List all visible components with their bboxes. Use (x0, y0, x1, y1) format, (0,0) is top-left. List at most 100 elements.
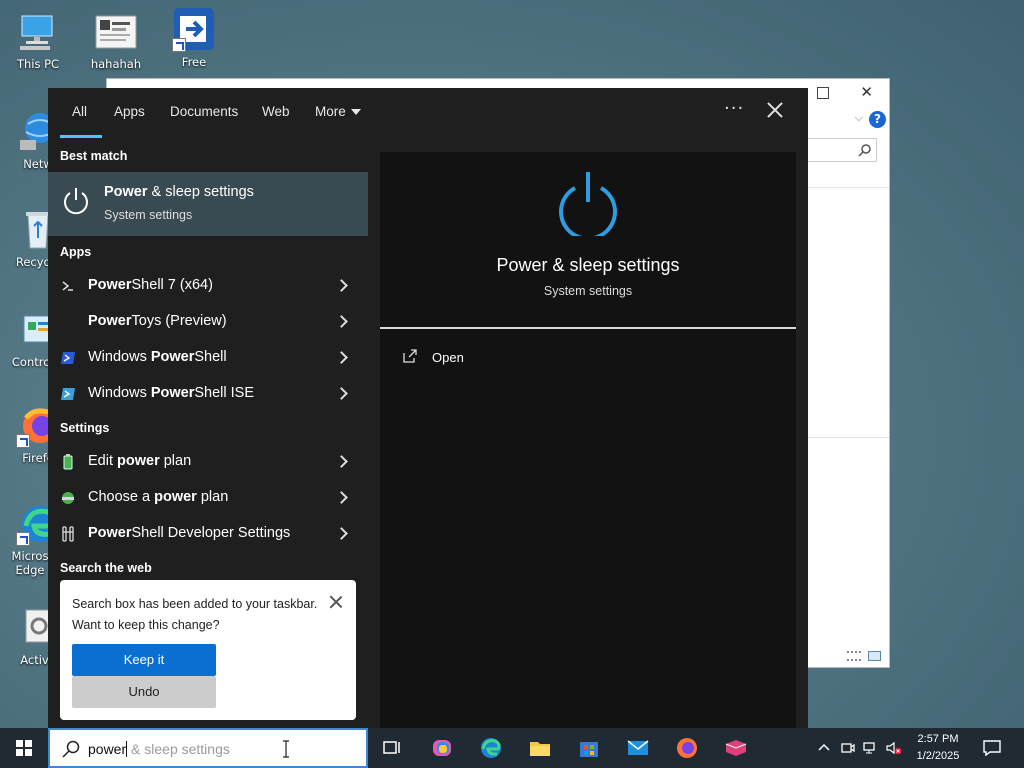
powershell-icon (61, 352, 75, 364)
chevron-up-icon[interactable] (816, 740, 832, 756)
search-tabs: All Apps Documents Web More ··· (48, 88, 808, 140)
section-search-web: Search the web (60, 561, 152, 575)
list-item-label: Choose a power plan (88, 489, 229, 505)
tab-more-label: More (315, 104, 346, 119)
close-icon[interactable]: ✕ (860, 83, 873, 101)
firefox-icon[interactable] (675, 736, 699, 760)
search-icon (858, 144, 871, 157)
desktop-icon-label: Free (181, 55, 207, 69)
list-item-choose-power-plan[interactable]: Choose a power plan (48, 480, 368, 516)
section-apps: Apps (60, 245, 92, 259)
list-item-powershell-developer-settings[interactable]: PowerShell Developer Settings (48, 516, 368, 552)
document-thumbnail-icon (94, 10, 138, 54)
close-icon[interactable] (764, 100, 786, 122)
list-item-label: Windows PowerShell ISE (88, 385, 255, 401)
close-icon[interactable] (328, 594, 344, 610)
tab-documents[interactable]: Documents (170, 104, 238, 119)
toast-message: Search box has been added to your taskba… (72, 597, 318, 632)
undo-button[interactable]: Undo (72, 676, 216, 708)
detail-pane: Power & sleep settings System settings O… (380, 152, 796, 728)
app-icon[interactable] (724, 736, 748, 760)
list-item-label: PowerToys (Preview) (88, 313, 227, 329)
mail-icon[interactable] (626, 736, 650, 760)
chevron-right-icon[interactable] (335, 351, 348, 364)
help-icon[interactable]: ? (869, 111, 886, 128)
desktop-icon-this-pc[interactable]: This PC (0, 10, 76, 71)
start-button[interactable] (0, 728, 48, 768)
chevron-right-icon[interactable] (335, 279, 348, 292)
taskbar-search-toast: Search box has been added to your taskba… (60, 580, 356, 720)
system-clock[interactable]: 2:57 PM 1/2/2025 (908, 731, 968, 765)
open-action[interactable]: Open (402, 348, 602, 370)
section-settings: Settings (60, 421, 110, 435)
task-view-icon[interactable] (380, 736, 404, 760)
powershell-ise-icon (61, 388, 75, 400)
power-plan-icon (62, 492, 74, 504)
open-action-label: Open (432, 350, 464, 365)
shortcut-arrow-icon (16, 532, 30, 546)
list-item-windows-powershell-ise[interactable]: Windows PowerShell ISE (48, 376, 368, 412)
network-icon[interactable] (863, 740, 879, 756)
clock-date: 1/2/2025 (916, 750, 960, 762)
battery-plug-icon (63, 454, 73, 470)
chevron-down-icon (350, 109, 361, 116)
list-item-edit-power-plan[interactable]: Edit power plan (48, 444, 368, 480)
chevron-right-icon[interactable] (335, 491, 348, 504)
chevron-right-icon[interactable] (335, 387, 348, 400)
keep-it-button[interactable]: Keep it (72, 644, 216, 676)
divider (805, 437, 889, 438)
list-item-label: PowerShell Developer Settings (88, 525, 291, 541)
best-match-title: Power & sleep settings (104, 184, 254, 200)
taskbar: power & sleep settings 2:57 PM 1/2/2025 (0, 728, 1024, 768)
tab-apps[interactable]: Apps (114, 104, 145, 119)
list-item-powershell-7[interactable]: PowerShell 7 (x64) (48, 268, 368, 304)
free-app-icon (172, 8, 216, 52)
list-item-label: Windows PowerShell (88, 349, 227, 365)
desktop-icon-label: This PC (16, 57, 60, 71)
search-query: power & sleep settings (88, 741, 230, 757)
shortcut-arrow-icon (172, 38, 186, 52)
best-match-item[interactable]: Power & sleep settings System settings (48, 172, 368, 236)
taskbar-search-input[interactable]: power & sleep settings (48, 728, 368, 768)
tab-more[interactable]: More (315, 104, 361, 119)
shortcut-arrow-icon (16, 434, 30, 448)
chevron-down-icon[interactable]: ⌵ (855, 111, 863, 125)
details-view-icon[interactable] (847, 651, 861, 661)
desktop-icon-free[interactable]: Free (156, 8, 232, 69)
chevron-right-icon[interactable] (335, 527, 348, 540)
list-item-label: Edit power plan (88, 453, 192, 469)
tab-web[interactable]: Web (262, 104, 290, 119)
section-best-match: Best match (60, 149, 128, 163)
list-item-powertoys[interactable]: PowerToys (Preview) (48, 304, 368, 340)
chevron-right-icon[interactable] (335, 455, 348, 468)
best-match-subtitle: System settings (104, 208, 193, 222)
desktop-icon-label: hahahah (90, 57, 142, 71)
tab-all[interactable]: All (72, 104, 87, 119)
meet-now-icon[interactable] (840, 740, 856, 756)
detail-subtitle: System settings (543, 284, 633, 298)
computer-icon (16, 10, 60, 54)
volume-muted-icon[interactable] (886, 740, 902, 756)
divider (805, 187, 889, 188)
clock-time: 2:57 PM (917, 733, 959, 745)
microsoft-store-icon[interactable] (577, 736, 601, 760)
open-external-icon (403, 349, 417, 363)
notification-center-icon[interactable] (982, 738, 1002, 758)
list-item-windows-powershell[interactable]: Windows PowerShell (48, 340, 368, 376)
active-tab-indicator (60, 135, 102, 138)
thumbnail-view-icon[interactable] (868, 651, 881, 661)
copilot-icon[interactable] (430, 736, 454, 760)
chevron-right-icon[interactable] (335, 315, 348, 328)
power-icon (64, 188, 88, 215)
developer-tools-icon (62, 526, 74, 542)
more-options-icon[interactable]: ··· (724, 98, 744, 119)
text-cursor-icon (283, 740, 289, 758)
detail-title: Power & sleep settings (496, 255, 680, 275)
desktop-icon-hahahah[interactable]: hahahah (78, 10, 154, 71)
explorer-search-box[interactable] (805, 138, 877, 162)
list-item-label: PowerShell 7 (x64) (88, 277, 213, 293)
file-explorer-icon[interactable] (528, 736, 552, 760)
edge-icon[interactable] (479, 736, 503, 760)
maximize-icon[interactable] (817, 87, 829, 99)
terminal-icon (60, 278, 76, 294)
